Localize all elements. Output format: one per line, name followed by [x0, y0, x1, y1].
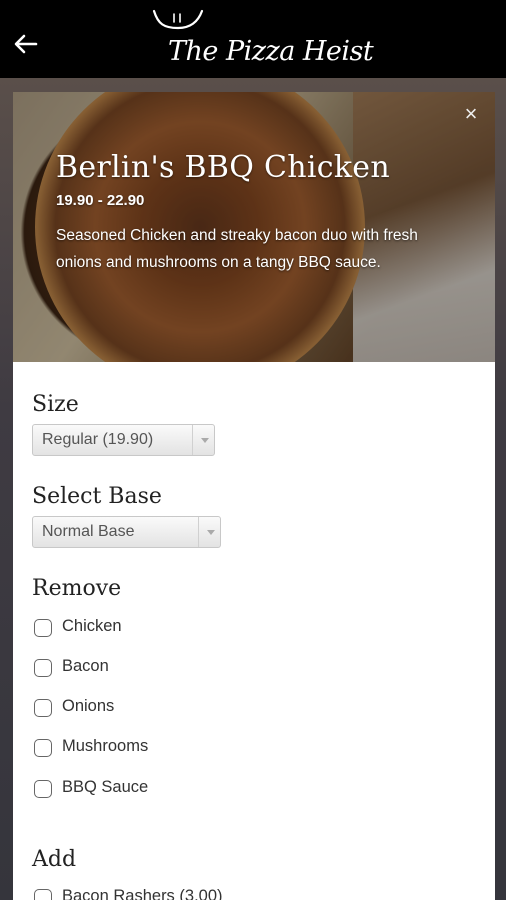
remove-option-label: Onions	[62, 697, 115, 715]
checkbox[interactable]	[34, 699, 52, 717]
close-button[interactable]: ×	[459, 102, 483, 126]
base-select[interactable]: Normal Base	[32, 516, 221, 548]
chevron-down-icon	[192, 425, 214, 455]
remove-label: Remove	[32, 576, 122, 601]
size-selected-value: Regular (19.90)	[42, 431, 154, 448]
remove-option-bacon[interactable]: Bacon	[34, 656, 234, 680]
add-label: Add	[32, 847, 77, 872]
arrow-left-icon	[14, 34, 38, 54]
logo-text: The Pizza Heist	[168, 36, 374, 67]
base-label: Select Base	[32, 484, 162, 509]
checkbox[interactable]	[34, 619, 52, 637]
product-price: 19.90 - 22.90	[56, 192, 145, 209]
size-label: Size	[32, 392, 79, 417]
logo[interactable]: The Pizza Heist	[150, 8, 374, 72]
product-description: Seasoned Chicken and streaky bacon duo w…	[56, 227, 418, 271]
logo-mark-icon	[152, 9, 204, 30]
add-option-label: Bacon Rashers (3.00)	[62, 887, 223, 900]
product-title: Berlin's BBQ Chicken	[56, 150, 390, 185]
checkbox[interactable]	[34, 659, 52, 677]
chevron-down-icon	[198, 517, 220, 547]
remove-option-bbq-sauce[interactable]: BBQ Sauce	[34, 777, 234, 801]
remove-option-mushrooms[interactable]: Mushrooms	[34, 736, 234, 760]
remove-option-label: Chicken	[62, 617, 122, 635]
app-header: The Pizza Heist	[0, 0, 506, 78]
add-option-bacon-rashers[interactable]: Bacon Rashers (3.00)	[34, 886, 294, 900]
checkbox[interactable]	[34, 889, 52, 900]
remove-option-chicken[interactable]: Chicken	[34, 616, 234, 640]
close-icon: ×	[464, 101, 478, 126]
product-modal: × Berlin's BBQ Chicken 19.90 - 22.90 Sea…	[13, 92, 495, 900]
remove-option-label: BBQ Sauce	[62, 778, 149, 796]
back-button[interactable]	[10, 28, 42, 60]
remove-option-label: Bacon	[62, 657, 109, 675]
checkbox[interactable]	[34, 780, 52, 798]
base-selected-value: Normal Base	[42, 523, 135, 540]
checkbox[interactable]	[34, 739, 52, 757]
remove-option-onions[interactable]: Onions	[34, 696, 234, 720]
remove-option-label: Mushrooms	[62, 737, 149, 755]
product-hero-image: × Berlin's BBQ Chicken 19.90 - 22.90 Sea…	[13, 92, 495, 362]
size-select[interactable]: Regular (19.90)	[32, 424, 215, 456]
